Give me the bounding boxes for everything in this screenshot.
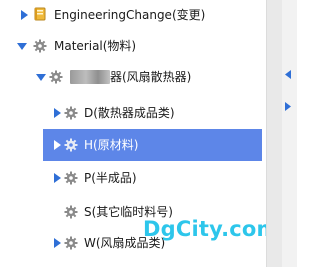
collapse-arrow-icon[interactable] <box>17 40 27 52</box>
triangle-right-icon[interactable] <box>283 101 293 111</box>
tree-node-engineering-change[interactable]: EngineeringChange(变更) <box>0 4 266 26</box>
expand-arrow-icon[interactable] <box>52 237 62 249</box>
watermark-text: DgCity.com <box>143 217 279 241</box>
gear-icon <box>64 106 78 120</box>
tree-view[interactable]: EngineeringChange(变更) Material(物料) 器(风扇散… <box>0 0 278 267</box>
tree-node-label: EngineeringChange(变更) <box>54 8 206 22</box>
gear-icon <box>64 236 78 250</box>
tree-node-label: H(原材料) <box>84 138 139 152</box>
tree-node-label: 器(风扇散热器) <box>110 70 192 84</box>
tree-node-fan-heatsink[interactable]: 器(风扇散热器) <box>0 66 266 88</box>
tree-node-d-heatsink-products[interactable]: D(散热器成品类) <box>0 102 266 124</box>
expand-arrow-icon[interactable] <box>52 172 62 184</box>
expand-arrow-icon[interactable] <box>19 9 29 21</box>
gear-icon <box>49 70 63 84</box>
tree-node-p-semi-finished[interactable]: P(半成品) <box>0 167 266 189</box>
gear-icon <box>64 171 78 185</box>
expand-arrow-icon[interactable] <box>52 139 62 151</box>
tree-node-label: P(半成品) <box>84 171 137 185</box>
collapse-arrow-icon[interactable] <box>36 71 46 83</box>
book-icon <box>33 7 47 21</box>
triangle-left-icon[interactable] <box>283 69 293 79</box>
expand-arrow-icon[interactable] <box>52 107 62 119</box>
gear-icon <box>33 39 47 53</box>
tree-node-label: Material(物料) <box>54 39 137 53</box>
gear-icon <box>64 205 78 219</box>
tree-node-material[interactable]: Material(物料) <box>0 35 266 57</box>
side-panel <box>266 0 297 267</box>
gear-icon <box>64 138 78 152</box>
scrollbar-track[interactable] <box>267 0 282 267</box>
redacted-text <box>70 70 110 84</box>
tree-node-h-raw-materials[interactable]: H(原材料) <box>43 129 262 161</box>
tree-node-label: D(散热器成品类) <box>84 106 175 120</box>
